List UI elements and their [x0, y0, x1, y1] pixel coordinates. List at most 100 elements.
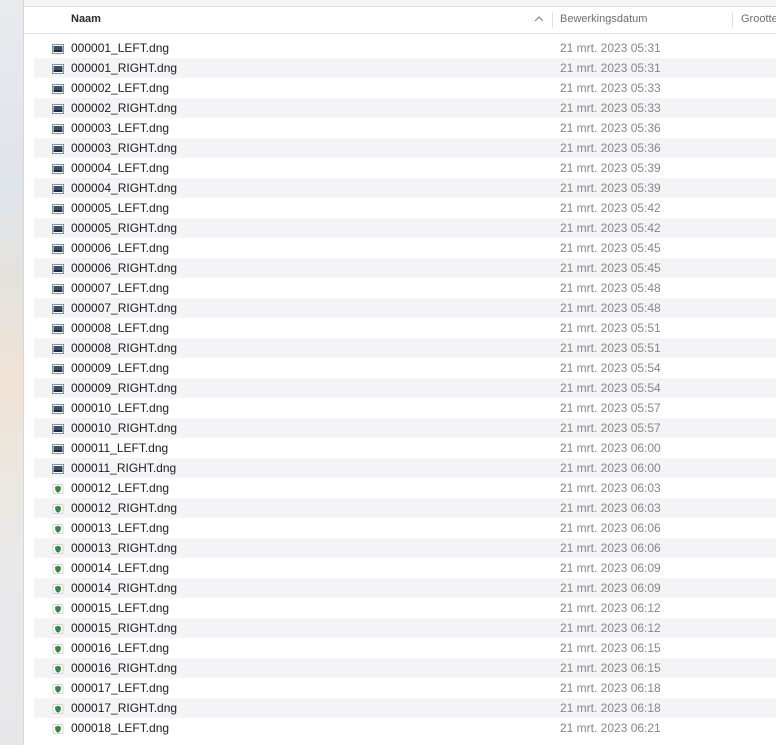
column-divider[interactable] [732, 12, 733, 28]
file-name[interactable]: 000002_RIGHT.dng [71, 98, 177, 118]
file-name[interactable]: 000010_LEFT.dng [71, 398, 169, 418]
file-name[interactable]: 000008_RIGHT.dng [71, 338, 177, 358]
file-row[interactable]: 000015_RIGHT.dng 21 mrt. 2023 06:12 [34, 618, 776, 638]
toolbar-edge [24, 0, 776, 7]
file-row[interactable]: 000005_RIGHT.dng 21 mrt. 2023 05:42 [34, 218, 776, 238]
file-name[interactable]: 000005_LEFT.dng [71, 198, 169, 218]
green-shield-icon [52, 503, 64, 514]
file-name[interactable]: 000015_RIGHT.dng [71, 618, 177, 638]
file-row[interactable]: 000017_RIGHT.dng 21 mrt. 2023 06:18 [34, 698, 776, 718]
file-row[interactable]: 000015_LEFT.dng 21 mrt. 2023 06:12 [24, 598, 776, 618]
image-thumbnail-icon [52, 263, 64, 274]
green-shield-icon [52, 543, 64, 554]
file-name[interactable]: 000001_RIGHT.dng [71, 58, 177, 78]
file-row[interactable]: 000004_RIGHT.dng 21 mrt. 2023 05:39 [34, 178, 776, 198]
file-name[interactable]: 000012_RIGHT.dng [71, 498, 177, 518]
file-row[interactable]: 000011_LEFT.dng 21 mrt. 2023 06:00 [24, 438, 776, 458]
file-row[interactable]: 000013_LEFT.dng 21 mrt. 2023 06:06 [24, 518, 776, 538]
file-name[interactable]: 000008_LEFT.dng [71, 318, 169, 338]
file-row[interactable]: 000009_LEFT.dng 21 mrt. 2023 05:54 [24, 358, 776, 378]
file-row[interactable]: 000016_LEFT.dng 21 mrt. 2023 06:15 [24, 638, 776, 658]
file-row[interactable]: 000003_LEFT.dng 21 mrt. 2023 05:36 [24, 118, 776, 138]
file-row[interactable]: 000007_LEFT.dng 21 mrt. 2023 05:48 [24, 278, 776, 298]
file-name[interactable]: 000009_RIGHT.dng [71, 378, 177, 398]
file-row[interactable]: 000004_LEFT.dng 21 mrt. 2023 05:39 [24, 158, 776, 178]
file-row[interactable]: 000001_RIGHT.dng 21 mrt. 2023 05:31 [34, 58, 776, 78]
file-name[interactable]: 000009_LEFT.dng [71, 358, 169, 378]
image-thumbnail-icon [52, 463, 64, 474]
file-row[interactable]: 000003_RIGHT.dng 21 mrt. 2023 05:36 [34, 138, 776, 158]
file-name[interactable]: 000007_LEFT.dng [71, 278, 169, 298]
file-date: 21 mrt. 2023 05:42 [560, 201, 661, 215]
file-row[interactable]: 000002_LEFT.dng 21 mrt. 2023 05:33 [24, 78, 776, 98]
file-name[interactable]: 000011_RIGHT.dng [71, 458, 176, 478]
column-header-date[interactable]: Bewerkingsdatum [560, 7, 647, 31]
image-thumbnail-icon [52, 383, 64, 394]
file-row[interactable]: 000006_LEFT.dng 21 mrt. 2023 05:45 [24, 238, 776, 258]
file-row[interactable]: 000014_LEFT.dng 21 mrt. 2023 06:09 [24, 558, 776, 578]
file-name[interactable]: 000006_RIGHT.dng [71, 258, 177, 278]
file-name[interactable]: 000003_LEFT.dng [71, 118, 169, 138]
file-date: 21 mrt. 2023 05:54 [560, 381, 661, 395]
file-name[interactable]: 000014_LEFT.dng [71, 558, 169, 578]
column-header-size[interactable]: Grootte [741, 7, 776, 31]
file-row[interactable]: 000012_RIGHT.dng 21 mrt. 2023 06:03 [34, 498, 776, 518]
file-name[interactable]: 000016_LEFT.dng [71, 638, 169, 658]
file-name[interactable]: 000012_LEFT.dng [71, 478, 169, 498]
file-row[interactable]: 000001_LEFT.dng 21 mrt. 2023 05:31 [24, 38, 776, 58]
image-thumbnail-icon [52, 163, 64, 174]
image-thumbnail-icon [52, 123, 64, 134]
file-name[interactable]: 000017_RIGHT.dng [71, 698, 177, 718]
file-row[interactable]: 000009_RIGHT.dng 21 mrt. 2023 05:54 [34, 378, 776, 398]
file-name[interactable]: 000005_RIGHT.dng [71, 218, 177, 238]
image-thumbnail-icon [52, 303, 64, 314]
file-date: 21 mrt. 2023 05:33 [560, 81, 661, 95]
file-row[interactable]: 000008_RIGHT.dng 21 mrt. 2023 05:51 [34, 338, 776, 358]
green-shield-icon [52, 703, 64, 714]
file-date: 21 mrt. 2023 06:09 [560, 581, 661, 595]
file-row[interactable]: 000010_LEFT.dng 21 mrt. 2023 05:57 [24, 398, 776, 418]
file-date: 21 mrt. 2023 05:45 [560, 241, 661, 255]
file-name[interactable]: 000018_LEFT.dng [71, 718, 169, 738]
image-thumbnail-icon [52, 63, 64, 74]
file-row[interactable]: 000012_LEFT.dng 21 mrt. 2023 06:03 [24, 478, 776, 498]
file-row[interactable]: 000007_RIGHT.dng 21 mrt. 2023 05:48 [34, 298, 776, 318]
file-name[interactable]: 000002_LEFT.dng [71, 78, 169, 98]
file-row[interactable]: 000010_RIGHT.dng 21 mrt. 2023 05:57 [34, 418, 776, 438]
file-row[interactable]: 000017_LEFT.dng 21 mrt. 2023 06:18 [24, 678, 776, 698]
column-header-name[interactable]: Naam [71, 7, 101, 33]
file-name[interactable]: 000001_LEFT.dng [71, 38, 169, 58]
file-name[interactable]: 000013_LEFT.dng [71, 518, 169, 538]
file-date: 21 mrt. 2023 05:51 [560, 321, 661, 335]
file-name[interactable]: 000017_LEFT.dng [71, 678, 169, 698]
file-name[interactable]: 000013_RIGHT.dng [71, 538, 177, 558]
file-name[interactable]: 000003_RIGHT.dng [71, 138, 177, 158]
file-row[interactable]: 000011_RIGHT.dng 21 mrt. 2023 06:00 [34, 458, 776, 478]
file-date: 21 mrt. 2023 06:06 [560, 521, 661, 535]
file-name[interactable]: 000010_RIGHT.dng [71, 418, 177, 438]
file-row[interactable]: 000013_RIGHT.dng 21 mrt. 2023 06:06 [34, 538, 776, 558]
file-row[interactable]: 000018_LEFT.dng 21 mrt. 2023 06:21 [24, 718, 776, 738]
file-name[interactable]: 000006_LEFT.dng [71, 238, 169, 258]
file-name[interactable]: 000007_RIGHT.dng [71, 298, 177, 318]
chevron-up-icon[interactable] [533, 14, 545, 24]
file-name[interactable]: 000015_LEFT.dng [71, 598, 169, 618]
file-name[interactable]: 000016_RIGHT.dng [71, 658, 177, 678]
image-thumbnail-icon [52, 443, 64, 454]
file-row[interactable]: 000016_RIGHT.dng 21 mrt. 2023 06:15 [34, 658, 776, 678]
file-name[interactable]: 000004_RIGHT.dng [71, 178, 177, 198]
file-row[interactable]: 000005_LEFT.dng 21 mrt. 2023 05:42 [24, 198, 776, 218]
file-row[interactable]: 000006_RIGHT.dng 21 mrt. 2023 05:45 [34, 258, 776, 278]
image-thumbnail-icon [52, 143, 64, 154]
file-date: 21 mrt. 2023 06:18 [560, 701, 661, 715]
file-name[interactable]: 000004_LEFT.dng [71, 158, 169, 178]
column-divider[interactable] [552, 12, 553, 28]
file-row[interactable]: 000002_RIGHT.dng 21 mrt. 2023 05:33 [34, 98, 776, 118]
image-thumbnail-icon [52, 363, 64, 374]
image-thumbnail-icon [52, 403, 64, 414]
file-row[interactable]: 000014_RIGHT.dng 21 mrt. 2023 06:09 [34, 578, 776, 598]
image-thumbnail-icon [52, 183, 64, 194]
file-row[interactable]: 000008_LEFT.dng 21 mrt. 2023 05:51 [24, 318, 776, 338]
file-name[interactable]: 000011_LEFT.dng [71, 438, 168, 458]
file-name[interactable]: 000014_RIGHT.dng [71, 578, 177, 598]
